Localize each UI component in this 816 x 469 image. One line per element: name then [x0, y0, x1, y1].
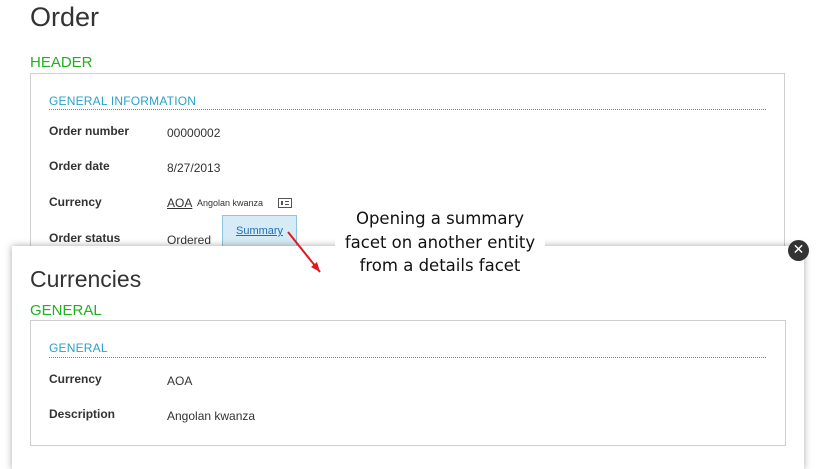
- summary-title: Currencies: [30, 266, 142, 292]
- annotation-arrow-icon: [287, 231, 321, 273]
- close-icon[interactable]: ✕: [788, 240, 809, 261]
- currency-name: Angolan kwanza: [197, 198, 264, 208]
- summary-currency-value: AOA: [167, 374, 193, 388]
- summary-description-label: Description: [49, 407, 116, 421]
- summary-general-panel: [30, 320, 786, 446]
- currency-label: Currency: [49, 195, 102, 209]
- currency-code-link[interactable]: AOA: [167, 196, 192, 210]
- section-header-label: HEADER: [30, 54, 93, 71]
- summary-group-divider: [49, 357, 766, 358]
- summary-group-title: GENERAL: [49, 341, 108, 355]
- general-information-group-title: GENERAL INFORMATION: [49, 94, 197, 108]
- order-date-value: 8/27/2013: [167, 161, 221, 175]
- details-card-icon[interactable]: [278, 198, 292, 208]
- summary-currency-label: Currency: [49, 372, 102, 386]
- summary-section-label: GENERAL: [30, 302, 102, 319]
- order-status-label: Order status: [49, 231, 121, 245]
- order-number-label: Order number: [49, 124, 130, 138]
- order-date-label: Order date: [49, 159, 110, 173]
- annotation-text: Opening a summary facet on another entit…: [335, 207, 545, 278]
- group-divider: [49, 109, 766, 110]
- summary-link[interactable]: Summary: [236, 225, 283, 237]
- page-title: Order: [30, 2, 100, 32]
- order-status-value: Ordered: [167, 233, 212, 247]
- summary-description-value: Angolan kwanza: [167, 409, 256, 423]
- order-number-value: 00000002: [167, 126, 221, 140]
